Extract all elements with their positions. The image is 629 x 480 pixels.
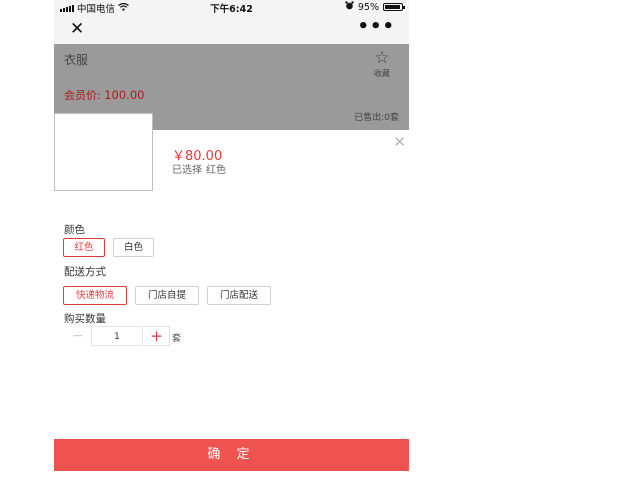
member-price-value: 100.00 — [104, 88, 145, 102]
quantity-decrease-button[interactable]: − — [64, 326, 91, 346]
product-thumbnail — [54, 113, 153, 191]
battery-percent: 95% — [357, 1, 379, 13]
quantity-section-title: 购买数量 — [64, 313, 106, 325]
star-icon: ☆ — [374, 48, 390, 68]
quantity-input[interactable]: 1 — [91, 326, 143, 346]
phone-screen: 中国电信 下午6:42 95% ✕ ••• 衣服 ☆ 收藏 会员价: 100.0… — [54, 0, 409, 480]
more-icon[interactable]: ••• — [357, 16, 395, 37]
product-title: 衣服 — [64, 53, 89, 67]
close-icon[interactable]: ✕ — [70, 19, 84, 39]
confirm-button[interactable]: 确 定 — [54, 439, 409, 471]
delivery-option-express[interactable]: 快递物流 — [63, 286, 127, 305]
battery-icon — [383, 3, 405, 11]
nav-bar: ✕ ••• — [54, 14, 409, 44]
color-option-white[interactable]: 白色 — [113, 238, 154, 257]
sold-count: 已售出:0套 — [354, 113, 399, 123]
quantity-increase-button[interactable]: + — [144, 326, 170, 346]
status-bar: 中国电信 下午6:42 95% — [54, 0, 409, 15]
member-price-label: 会员价: — [64, 89, 101, 102]
member-price: 会员价: 100.00 — [64, 87, 144, 103]
selected-value: 红色 — [206, 165, 226, 176]
battery-fill — [385, 5, 400, 9]
favorite-label: 收藏 — [374, 69, 390, 78]
delivery-option-store[interactable]: 门店配送 — [207, 286, 271, 305]
color-option-red[interactable]: 红色 — [63, 238, 105, 257]
quantity-unit: 套 — [172, 334, 182, 344]
delivery-option-pickup[interactable]: 门店自提 — [135, 286, 199, 305]
status-right: 95% — [345, 1, 405, 13]
delivery-section-title: 配送方式 — [64, 266, 106, 278]
color-section-title: 颜色 — [64, 224, 85, 236]
selected-summary: 已选择 红色 — [172, 161, 226, 176]
alarm-icon — [345, 1, 354, 13]
favorite-button[interactable]: ☆ 收藏 — [374, 50, 390, 79]
selected-label: 已选择 — [172, 165, 202, 176]
sheet-close-icon[interactable]: ✕ — [393, 133, 406, 151]
